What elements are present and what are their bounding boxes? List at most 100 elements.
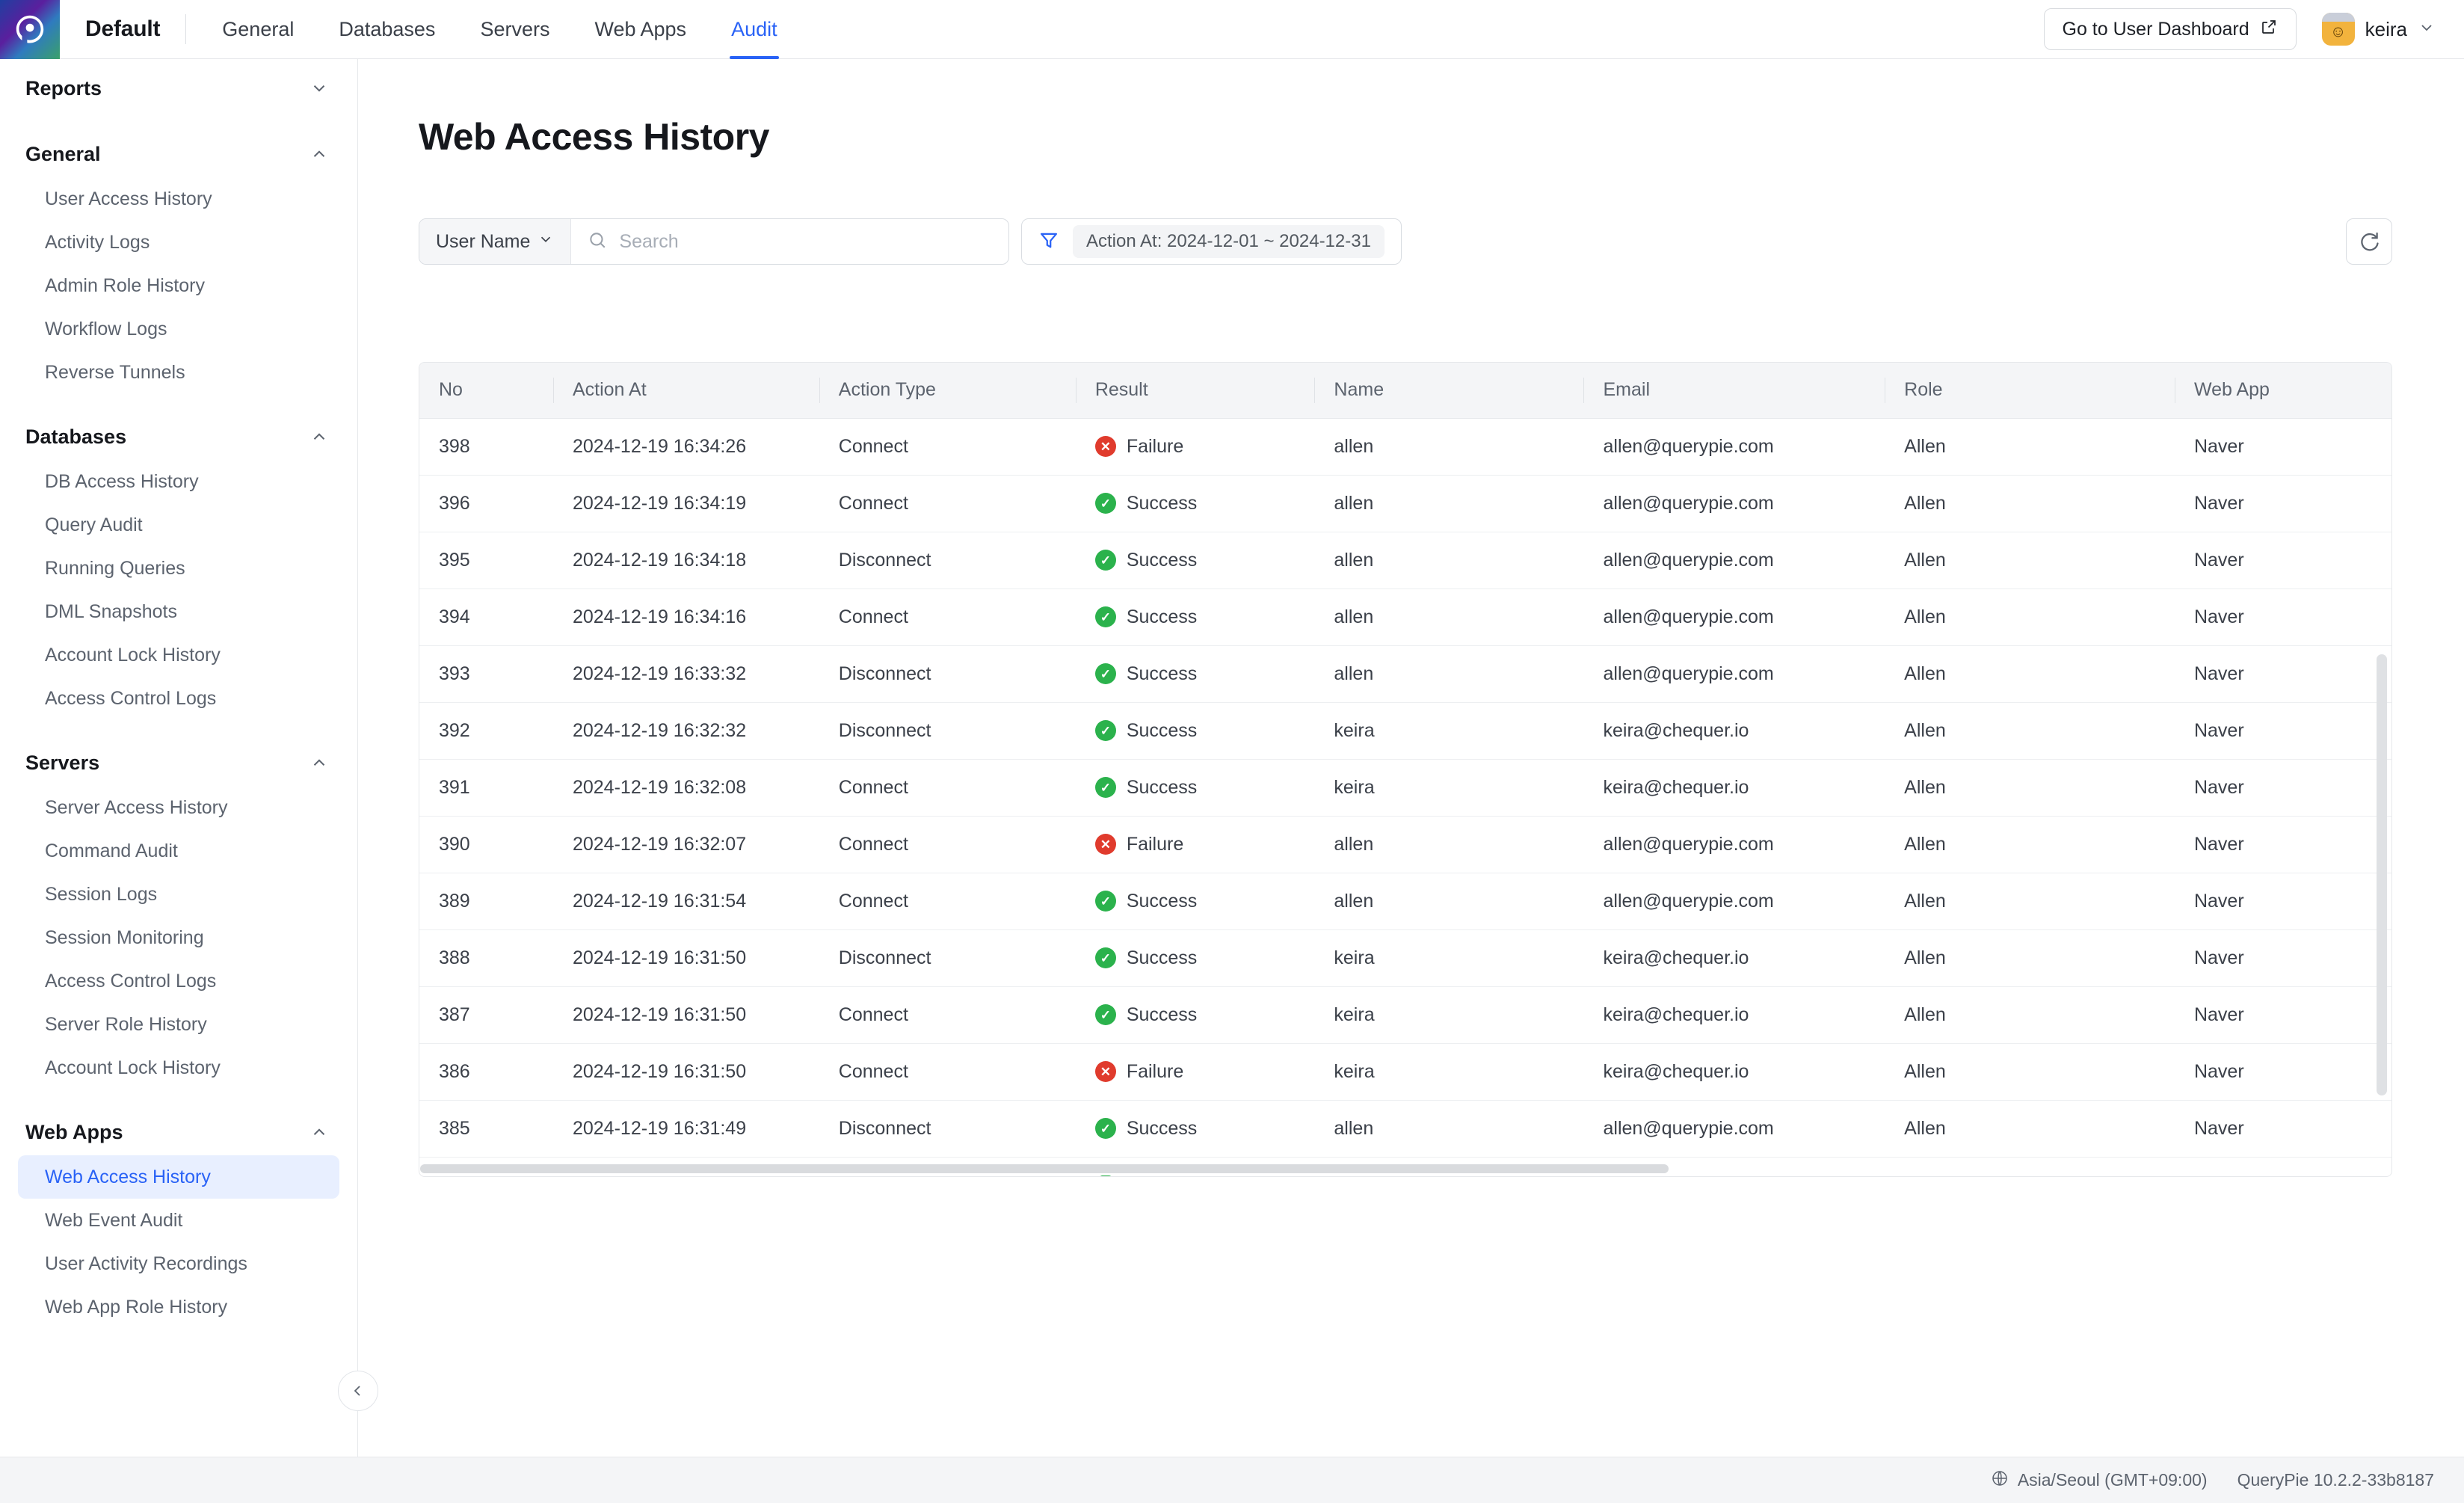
- tab-servers[interactable]: Servers: [458, 0, 572, 59]
- user-menu[interactable]: ☺ keira: [2322, 13, 2436, 46]
- filter-icon[interactable]: [1038, 230, 1059, 254]
- column-header-result[interactable]: Result: [1076, 363, 1315, 418]
- table-row[interactable]: 3882024-12-19 16:31:50Disconnect✓Success…: [419, 929, 2392, 986]
- sidebar-section-general[interactable]: General: [0, 131, 357, 177]
- table-row[interactable]: 3902024-12-19 16:32:07Connect✕Failureall…: [419, 816, 2392, 873]
- tab-web-apps[interactable]: Web Apps: [572, 0, 709, 59]
- topnav-divider: [185, 14, 186, 44]
- table-vertical-scrollbar[interactable]: [2377, 654, 2387, 1095]
- table-horizontal-scrollbar-thumb[interactable]: [420, 1164, 1669, 1173]
- sidebar-item-db-access-history[interactable]: DB Access History: [18, 460, 339, 503]
- cell-action-at: 2024-12-19 16:31:50: [553, 929, 819, 986]
- cell-action-type: Disconnect: [819, 532, 1076, 588]
- chevron-up-icon: [309, 1122, 329, 1142]
- sidebar-item-web-access-history[interactable]: Web Access History: [18, 1155, 339, 1199]
- cell-action-type: Connect: [819, 873, 1076, 929]
- sidebar-item-reverse-tunnels[interactable]: Reverse Tunnels: [18, 351, 339, 394]
- sidebar-item-user-activity-recordings[interactable]: User Activity Recordings: [18, 1242, 339, 1285]
- search-scope-dropdown[interactable]: User Name: [419, 219, 571, 264]
- cell-action-type: Connect: [819, 759, 1076, 816]
- table-row[interactable]: 3912024-12-19 16:32:08Connect✓Successkei…: [419, 759, 2392, 816]
- search-field: [571, 230, 1008, 253]
- querypie-logo-icon[interactable]: [0, 0, 60, 59]
- table-row[interactable]: 3852024-12-19 16:31:49Disconnect✓Success…: [419, 1100, 2392, 1157]
- cell-role: Allen: [1885, 759, 2175, 816]
- tab-audit[interactable]: Audit: [709, 0, 800, 59]
- filter-box[interactable]: Action At: 2024-12-01 ~ 2024-12-31: [1021, 218, 1402, 265]
- sidebar-item-account-lock-history-srv[interactable]: Account Lock History: [18, 1046, 339, 1089]
- sidebar-item-access-control-logs-srv[interactable]: Access Control Logs: [18, 959, 339, 1003]
- column-header-action-type[interactable]: Action Type: [819, 363, 1076, 418]
- cell-no: 388: [419, 929, 553, 986]
- sidebar-item-session-monitoring[interactable]: Session Monitoring: [18, 916, 339, 959]
- sidebar-item-admin-role-history[interactable]: Admin Role History: [18, 264, 339, 307]
- refresh-button[interactable]: [2346, 218, 2392, 265]
- sidebar-item-command-audit[interactable]: Command Audit: [18, 829, 339, 873]
- table-row[interactable]: 3952024-12-19 16:34:18Disconnect✓Success…: [419, 532, 2392, 588]
- sidebar-item-access-control-logs-db[interactable]: Access Control Logs: [18, 677, 339, 720]
- sidebar-section-reports[interactable]: Reports: [0, 65, 357, 111]
- cell-web-app: Naver: [2175, 986, 2392, 1043]
- cell-result: ✓Success: [1076, 475, 1315, 532]
- table-row[interactable]: 3862024-12-19 16:31:50Connect✕Failurekei…: [419, 1043, 2392, 1100]
- sidebar-section-databases[interactable]: Databases: [0, 414, 357, 460]
- cell-role: Allen: [1885, 1043, 2175, 1100]
- sidebar-item-activity-logs[interactable]: Activity Logs: [18, 221, 339, 264]
- table-row[interactable]: 3922024-12-19 16:32:32Disconnect✓Success…: [419, 702, 2392, 759]
- sidebar-item-query-audit[interactable]: Query Audit: [18, 503, 339, 547]
- sidebar-item-user-access-history[interactable]: User Access History: [18, 177, 339, 221]
- cell-name: allen: [1314, 418, 1583, 475]
- cell-role: Allen: [1885, 418, 2175, 475]
- table-row[interactable]: 3962024-12-19 16:34:19Connect✓Successall…: [419, 475, 2392, 532]
- close-icon: ✕: [1095, 436, 1116, 457]
- tab-databases[interactable]: Databases: [316, 0, 458, 59]
- sidebar-section-web-apps[interactable]: Web Apps: [0, 1109, 357, 1155]
- sidebar-item-account-lock-history-db[interactable]: Account Lock History: [18, 633, 339, 677]
- cell-action-at: 2024-12-19 16:32:07: [553, 816, 819, 873]
- status-label: Failure: [1127, 436, 1183, 458]
- sidebar-item-server-role-history[interactable]: Server Role History: [18, 1003, 339, 1046]
- cell-web-app: Naver: [2175, 588, 2392, 645]
- sidebar-item-running-queries[interactable]: Running Queries: [18, 547, 339, 590]
- tab-general[interactable]: General: [200, 0, 316, 59]
- sidebar-section-title: Servers: [25, 752, 99, 775]
- table-row[interactable]: 3942024-12-19 16:34:16Connect✓Successall…: [419, 588, 2392, 645]
- status-label: Success: [1127, 606, 1197, 628]
- cell-no: 398: [419, 418, 553, 475]
- cell-name: allen: [1314, 1100, 1583, 1157]
- cell-no: 387: [419, 986, 553, 1043]
- search-input[interactable]: [619, 231, 1008, 253]
- cell-no: 396: [419, 475, 553, 532]
- cell-name: keira: [1314, 1043, 1583, 1100]
- audit-table-container[interactable]: No Action At Action Type Result Name Ema…: [419, 362, 2392, 1177]
- external-link-icon: [2260, 18, 2278, 41]
- column-header-role[interactable]: Role: [1885, 363, 2175, 418]
- table-horizontal-scrollbar[interactable]: [420, 1162, 2391, 1175]
- table-row[interactable]: 3892024-12-19 16:31:54Connect✓Successall…: [419, 873, 2392, 929]
- cell-no: 389: [419, 873, 553, 929]
- filter-chip-action-at[interactable]: Action At: 2024-12-01 ~ 2024-12-31: [1073, 225, 1385, 258]
- table-row[interactable]: 3982024-12-19 16:34:26Connect✕Failureall…: [419, 418, 2392, 475]
- table-row[interactable]: 3932024-12-19 16:33:32Disconnect✓Success…: [419, 645, 2392, 702]
- table-row[interactable]: 3872024-12-19 16:31:50Connect✓Successkei…: [419, 986, 2392, 1043]
- column-header-no[interactable]: No: [419, 363, 553, 418]
- column-header-action-at[interactable]: Action At: [553, 363, 819, 418]
- go-to-user-dashboard-button[interactable]: Go to User Dashboard: [2044, 8, 2297, 50]
- sidebar-item-server-access-history[interactable]: Server Access History: [18, 786, 339, 829]
- cell-action-at: 2024-12-19 16:34:16: [553, 588, 819, 645]
- sidebar-item-session-logs[interactable]: Session Logs: [18, 873, 339, 916]
- sidebar-item-workflow-logs[interactable]: Workflow Logs: [18, 307, 339, 351]
- globe-icon: [1991, 1469, 2009, 1492]
- cell-action-at: 2024-12-19 16:32:08: [553, 759, 819, 816]
- cell-email: allen@querypie.com: [1583, 1100, 1885, 1157]
- sidebar-item-web-app-role-history[interactable]: Web App Role History: [18, 1285, 339, 1329]
- workspace-name[interactable]: Default: [85, 16, 160, 42]
- status-label: Success: [1127, 1118, 1197, 1140]
- sidebar-section-servers[interactable]: Servers: [0, 740, 357, 786]
- column-header-web-app[interactable]: Web App: [2175, 363, 2392, 418]
- sidebar-item-dml-snapshots[interactable]: DML Snapshots: [18, 590, 339, 633]
- sidebar-item-web-event-audit[interactable]: Web Event Audit: [18, 1199, 339, 1242]
- column-header-email[interactable]: Email: [1583, 363, 1885, 418]
- sidebar-collapse-button[interactable]: [338, 1371, 378, 1411]
- column-header-name[interactable]: Name: [1314, 363, 1583, 418]
